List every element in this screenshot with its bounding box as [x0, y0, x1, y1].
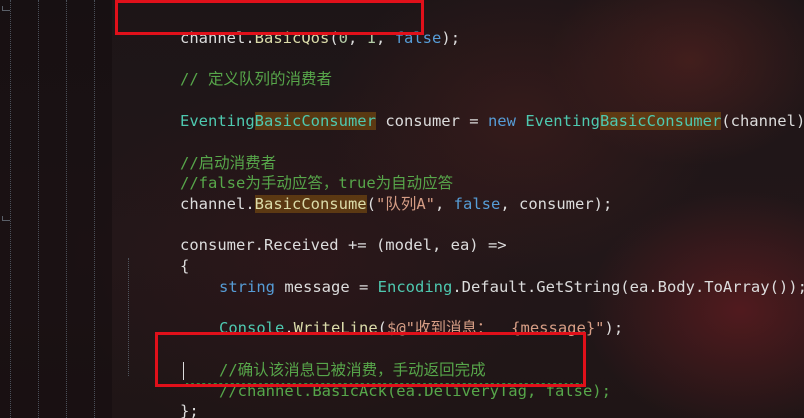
code-line: consumer.Received += (model, ea) =>: [180, 236, 507, 254]
code-comment: // 定义队列的消费者: [180, 70, 332, 88]
fold-marker[interactable]: [2, 216, 10, 221]
indent-guide: [66, 0, 67, 418]
highlight-box-ack: [155, 332, 586, 387]
code-comment: //启动消费者: [180, 154, 277, 172]
fold-marker[interactable]: [2, 6, 10, 11]
code-comment: //false为手动应答，true为自动应答: [180, 174, 454, 192]
code-line: Console.WriteLine($@"收到消息： {message}");: [219, 319, 624, 337]
indent-guide: [94, 0, 95, 418]
code-line: {: [180, 257, 190, 275]
code-line: EventingBasicConsumer consumer = new Eve…: [180, 112, 804, 130]
indent-guide: [38, 0, 39, 418]
editor-gutter: [0, 0, 112, 418]
code-line: string message = Encoding.Default.GetStr…: [219, 278, 804, 296]
highlight-box-basicqos: [115, 0, 424, 35]
indent-guide: [10, 0, 11, 418]
code-line: channel.BasicConsume("队列A", false, consu…: [180, 195, 613, 213]
code-editor[interactable]: channel.BasicQos(0, 1, false); // 定义队列的消…: [0, 0, 804, 418]
